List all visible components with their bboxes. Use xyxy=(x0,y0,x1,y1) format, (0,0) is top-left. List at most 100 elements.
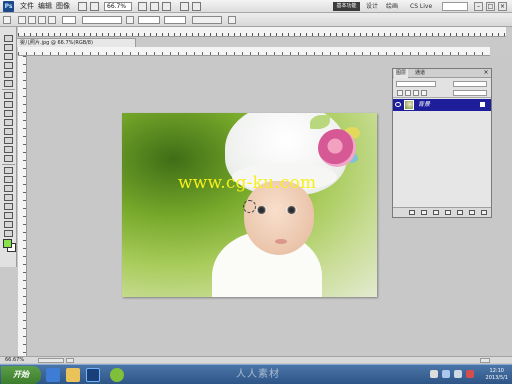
lock-transparency-icon[interactable] xyxy=(397,90,403,96)
zoom-icon[interactable] xyxy=(4,230,13,237)
pen-icon[interactable] xyxy=(4,167,13,174)
shape-icon[interactable] xyxy=(4,194,13,201)
rotate-view-icon[interactable] xyxy=(162,2,171,11)
extra-option-icon[interactable] xyxy=(228,16,236,24)
layers-panel-tabs: 图层 通道 × xyxy=(393,69,491,78)
tab-channels[interactable]: 通道 xyxy=(413,69,427,78)
restore-icon[interactable]: □ xyxy=(486,2,495,11)
brush-icon[interactable] xyxy=(4,101,13,108)
new-group-icon[interactable] xyxy=(457,210,463,215)
crop-icon[interactable] xyxy=(4,71,13,78)
tray-icon[interactable] xyxy=(430,370,438,378)
feather-field[interactable] xyxy=(62,16,76,24)
layer-style-icon[interactable] xyxy=(421,210,427,215)
path-select-icon[interactable] xyxy=(4,185,13,192)
zoom-level-select[interactable]: 66.7% xyxy=(104,2,132,11)
bridge-icon[interactable] xyxy=(78,2,87,11)
layers-options xyxy=(393,78,491,98)
doc-info-field[interactable] xyxy=(38,358,64,363)
blur-icon[interactable] xyxy=(4,146,13,153)
player-icon[interactable] xyxy=(110,368,124,382)
zoom-readout: 66.67% xyxy=(5,357,25,363)
layer-row-background[interactable]: 背景 xyxy=(393,99,491,111)
height-field[interactable] xyxy=(164,16,186,24)
visibility-eye-icon[interactable] xyxy=(395,102,401,107)
status-bar: 66.67% xyxy=(0,356,512,363)
arrange-documents-icon[interactable] xyxy=(180,2,189,11)
panel-close-icon[interactable]: × xyxy=(483,70,489,76)
lock-pixels-icon[interactable] xyxy=(405,90,411,96)
lasso-icon[interactable] xyxy=(4,53,13,60)
gradient-icon[interactable] xyxy=(4,137,13,144)
layers-panel-footer xyxy=(393,207,491,217)
dodge-icon[interactable] xyxy=(4,155,13,162)
healing-icon[interactable] xyxy=(4,92,13,99)
ie-icon[interactable] xyxy=(46,368,60,382)
tool-preset-icon[interactable] xyxy=(3,16,11,24)
minibridge-icon[interactable] xyxy=(90,2,99,11)
workspace-design[interactable]: 设计 xyxy=(366,1,378,12)
scroll-right-icon[interactable] xyxy=(480,358,490,363)
help-search-input[interactable] xyxy=(442,2,468,11)
start-button[interactable]: 开始 xyxy=(1,366,41,384)
marquee-icon[interactable] xyxy=(4,44,13,51)
site-watermark: www.cg-ku.com xyxy=(178,173,317,193)
history-brush-icon[interactable] xyxy=(4,119,13,126)
blend-mode-select[interactable] xyxy=(396,81,436,87)
tab-layers[interactable]: 图层 xyxy=(394,69,409,78)
eraser-icon[interactable] xyxy=(4,128,13,135)
hand-icon[interactable] xyxy=(4,221,13,228)
photoshop-taskbar-icon[interactable] xyxy=(86,368,100,382)
link-layers-icon[interactable] xyxy=(409,210,415,215)
menu-file[interactable]: 文件 xyxy=(20,1,34,12)
layer-thumbnail xyxy=(404,100,414,110)
lock-position-icon[interactable] xyxy=(413,90,419,96)
menu-edit[interactable]: 编辑 xyxy=(38,1,52,12)
3d-orbit-icon[interactable] xyxy=(4,212,13,219)
minimize-icon[interactable]: – xyxy=(474,2,483,11)
eyedropper-icon[interactable] xyxy=(4,80,13,87)
system-clock[interactable]: 12:10 2013/5/1 xyxy=(486,368,508,382)
add-selection-icon[interactable] xyxy=(28,16,36,24)
fill-field[interactable] xyxy=(453,90,487,96)
width-field[interactable] xyxy=(138,16,160,24)
taskbar-watermark: 人人素材 xyxy=(236,369,280,380)
menu-image[interactable]: 图像 xyxy=(56,1,70,12)
clock-time: 12:10 xyxy=(489,368,504,374)
swap-icon[interactable] xyxy=(126,16,134,24)
security-icon[interactable] xyxy=(466,370,474,378)
quick-select-icon[interactable] xyxy=(4,62,13,69)
folder-icon[interactable] xyxy=(66,368,80,382)
status-arrow-icon[interactable] xyxy=(66,358,74,363)
screen-mode-icon[interactable] xyxy=(192,2,201,11)
network-icon[interactable] xyxy=(442,370,450,378)
subtract-selection-icon[interactable] xyxy=(38,16,46,24)
lock-all-icon[interactable] xyxy=(421,90,427,96)
refine-edge-button[interactable] xyxy=(192,16,222,24)
menu-bar: Ps 文件 编辑 图像 66.7% 基本功能 设计 绘画 CS Live – □… xyxy=(0,0,512,13)
move-icon[interactable] xyxy=(4,35,13,42)
volume-icon[interactable] xyxy=(454,370,462,378)
style-select[interactable] xyxy=(82,16,122,24)
workspace-painting[interactable]: 绘画 xyxy=(386,1,398,12)
cs-live-button[interactable]: CS Live xyxy=(410,1,432,12)
close-icon[interactable]: × xyxy=(498,2,507,11)
add-mask-icon[interactable] xyxy=(433,210,439,215)
delete-layer-icon[interactable] xyxy=(481,210,487,215)
new-selection-icon[interactable] xyxy=(18,16,26,24)
vertical-ruler xyxy=(18,56,27,361)
document-canvas-photo[interactable]: www.cg-ku.com xyxy=(122,113,377,297)
type-icon[interactable] xyxy=(4,176,13,183)
clone-stamp-icon[interactable] xyxy=(4,110,13,117)
hand-view-icon[interactable] xyxy=(138,2,147,11)
opacity-field[interactable] xyxy=(453,81,487,87)
intersect-selection-icon[interactable] xyxy=(48,16,56,24)
new-layer-icon[interactable] xyxy=(469,210,475,215)
adjustment-layer-icon[interactable] xyxy=(445,210,451,215)
foreground-color-swatch[interactable] xyxy=(3,239,12,248)
document-tab[interactable]: 婴儿照片.jpg @ 66.7%(RGB/8) xyxy=(16,38,136,47)
options-bar xyxy=(0,13,512,27)
zoom-view-icon[interactable] xyxy=(150,2,159,11)
3d-rotate-icon[interactable] xyxy=(4,203,13,210)
workspace-essentials-button[interactable]: 基本功能 xyxy=(333,2,360,11)
